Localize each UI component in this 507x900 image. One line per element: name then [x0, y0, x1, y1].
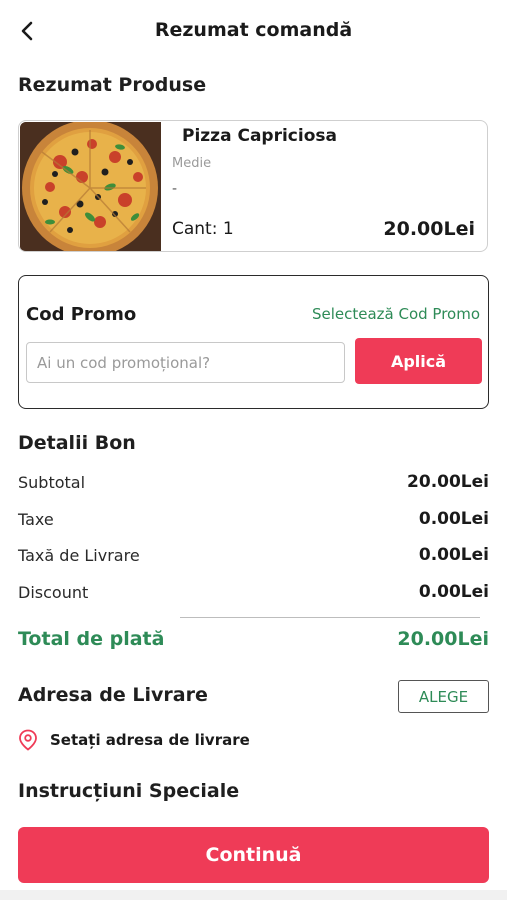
instructions-section-title: Instrucțiuni Speciale: [18, 780, 240, 802]
header-bar: Rezumat comandă: [0, 0, 507, 62]
total-value: 20.00Lei: [397, 628, 489, 650]
taxes-value: 0.00Lei: [418, 509, 489, 529]
subtotal-value: 20.00Lei: [407, 472, 489, 492]
set-address-text: Setați adresa de livrare: [50, 731, 250, 749]
receipt-section-title: Detalii Bon: [18, 432, 136, 454]
pizza-image: [20, 122, 161, 251]
discount-label: Discount: [18, 583, 89, 602]
product-price: 20.00Lei: [383, 218, 475, 240]
delivery-fee-label: Taxă de Livrare: [18, 546, 140, 565]
product-card[interactable]: Pizza Capriciosa Medie - Cant: 1 20.00Le…: [18, 120, 488, 252]
taxes-label: Taxe: [18, 510, 54, 529]
select-promo-link[interactable]: Selectează Cod Promo: [312, 305, 480, 323]
divider: [180, 617, 480, 618]
product-quantity: Cant: 1: [172, 219, 234, 239]
products-section-title: Rezumat Produse: [18, 74, 207, 96]
product-size: Medie: [172, 156, 212, 171]
set-address-row[interactable]: Setați adresa de livrare: [18, 727, 250, 753]
total-label: Total de plată: [18, 628, 165, 650]
product-name: Pizza Capriciosa: [182, 126, 337, 146]
delivery-fee-value: 0.00Lei: [418, 545, 489, 565]
discount-value: 0.00Lei: [418, 582, 489, 602]
promo-title: Cod Promo: [26, 304, 137, 325]
product-extras: -: [172, 181, 178, 197]
bottom-strip: [0, 890, 507, 900]
promo-code-box: Cod Promo Selectează Cod Promo Aplică: [18, 275, 489, 409]
subtotal-label: Subtotal: [18, 473, 86, 492]
choose-address-button[interactable]: ALEGE: [398, 680, 489, 713]
promo-code-input[interactable]: [26, 342, 345, 383]
continue-button[interactable]: Continuă: [18, 827, 489, 883]
location-pin-icon: [19, 729, 37, 751]
delivery-section-title: Adresa de Livrare: [18, 684, 208, 706]
apply-promo-button[interactable]: Aplică: [355, 338, 482, 384]
page-title: Rezumat comandă: [154, 19, 353, 41]
